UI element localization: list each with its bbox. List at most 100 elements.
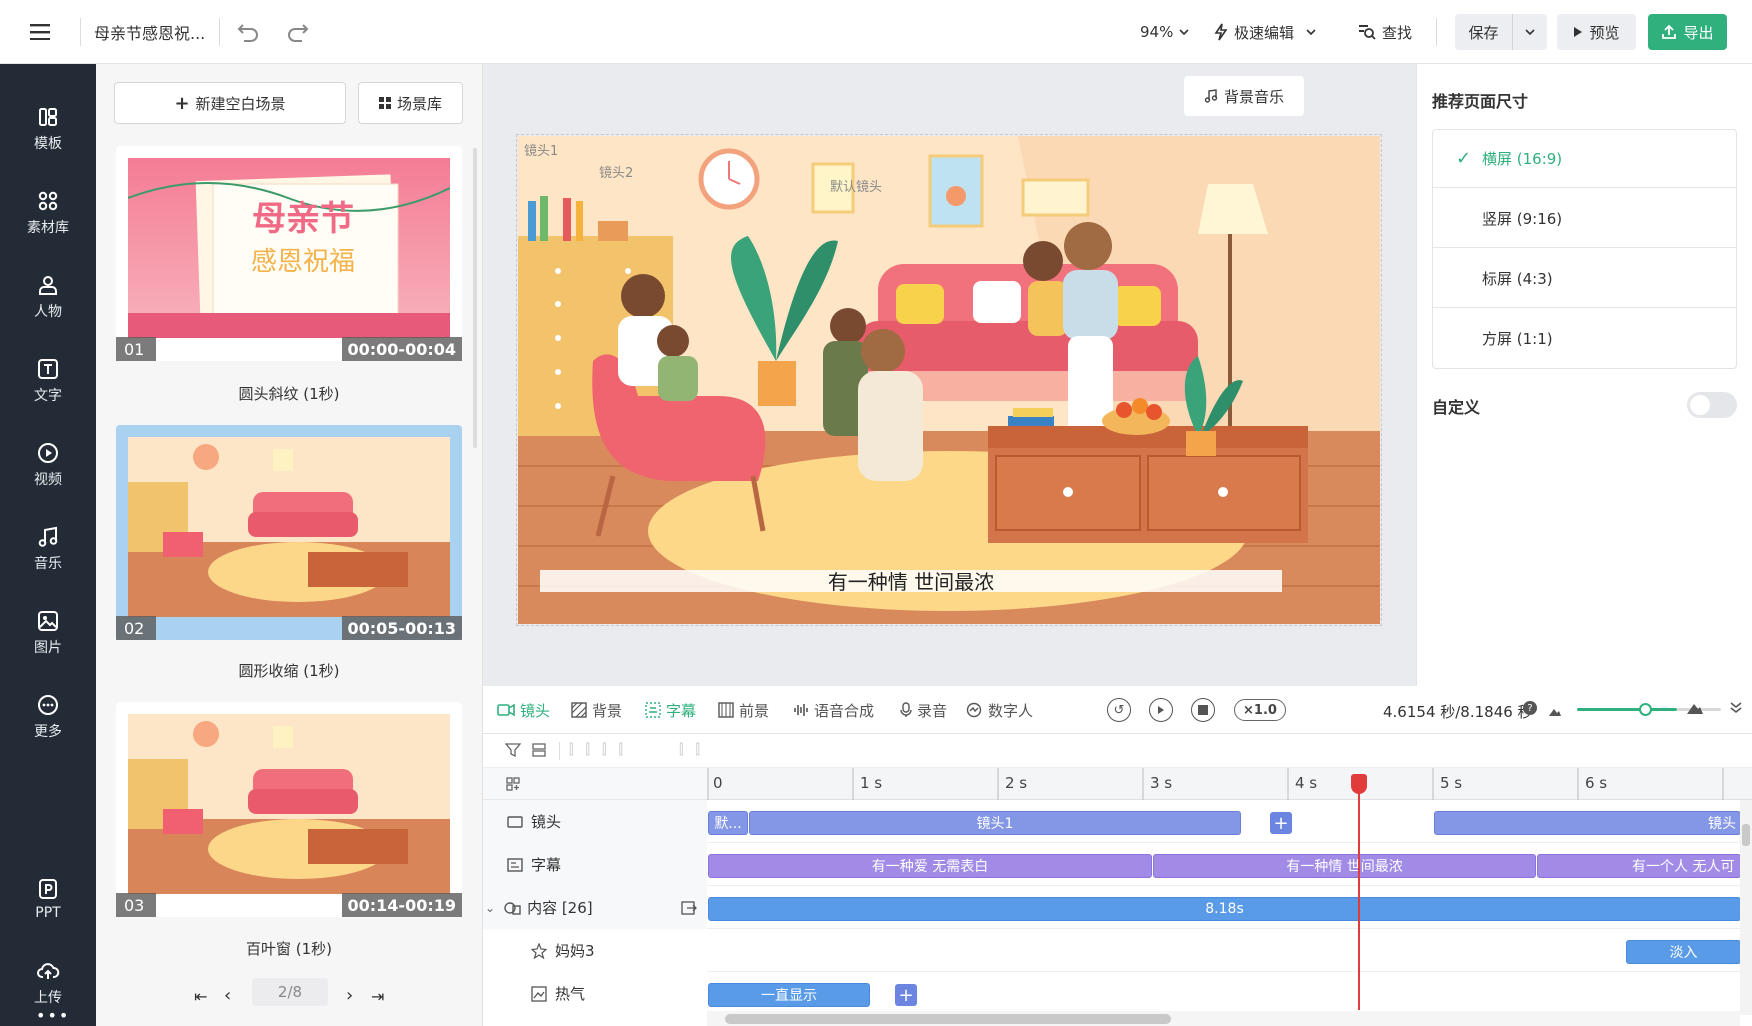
- prev-page-icon[interactable]: ‹: [224, 985, 231, 1006]
- background-music-button[interactable]: 背景音乐: [1184, 76, 1304, 116]
- find-label: 查找: [1382, 23, 1413, 42]
- time-ruler[interactable]: 0 1 s 2 s 3 s 4 s 5 s 6 s: [707, 768, 1752, 800]
- add-camera-button[interactable]: +: [1270, 812, 1292, 834]
- zoom-select[interactable]: 94%: [1140, 0, 1189, 64]
- playhead-handle[interactable]: [1351, 774, 1367, 794]
- zoom-out-mountain-icon[interactable]: [1549, 702, 1561, 720]
- collapse-timeline-icon[interactable]: [1729, 700, 1743, 718]
- more-dots-icon[interactable]: •••: [36, 1006, 70, 1025]
- play-button[interactable]: [1149, 698, 1173, 722]
- last-page-icon[interactable]: ⇥: [371, 987, 384, 1006]
- tab-tts[interactable]: 语音合成: [793, 686, 874, 734]
- tab-foreground[interactable]: 前景: [718, 686, 769, 734]
- sidebar-item-assets[interactable]: 素材库: [0, 178, 96, 248]
- exit-group-icon[interactable]: [681, 900, 697, 916]
- subtitle-clip-2[interactable]: 有一种情 世间最浓: [1153, 854, 1536, 878]
- sidebar-item-template[interactable]: 模板: [0, 94, 96, 164]
- track-camera[interactable]: 镜头: [483, 800, 707, 843]
- new-blank-scene-label: 新建空白场景: [195, 94, 286, 113]
- menu-icon[interactable]: [30, 0, 50, 64]
- camera-clip-default[interactable]: 默...: [708, 811, 748, 835]
- fast-edit-menu[interactable]: 极速编辑: [1214, 0, 1316, 64]
- preview-button[interactable]: 预览: [1557, 14, 1636, 50]
- tab-background[interactable]: 背景: [571, 686, 622, 734]
- tab-label: 前景: [739, 701, 770, 720]
- track-subtitle[interactable]: 字幕: [483, 843, 707, 886]
- ruler-tick: 4 s: [1295, 774, 1318, 792]
- mom3-fade-in-clip[interactable]: 淡入: [1626, 940, 1741, 964]
- replay-icon[interactable]: ↺: [1107, 698, 1131, 722]
- document-title[interactable]: 母亲节感恩祝...: [94, 0, 205, 64]
- save-options-button[interactable]: [1513, 14, 1547, 50]
- filter-icon[interactable]: [504, 742, 522, 762]
- size-option-9-16[interactable]: 竖屏 (9:16): [1432, 189, 1737, 248]
- sidebar-item-person[interactable]: 人物: [0, 262, 96, 332]
- scene-transition-label[interactable]: 圆头斜纹 (1秒): [116, 383, 462, 404]
- camera-clip-1[interactable]: 镜头1: [749, 811, 1241, 835]
- scene-scrollbar[interactable]: [473, 148, 477, 448]
- page-indicator[interactable]: 2/8: [252, 978, 328, 1006]
- scrollbar-thumb[interactable]: [725, 1014, 1171, 1024]
- help-icon[interactable]: ?: [1523, 701, 1537, 715]
- add-animation-button[interactable]: +: [895, 984, 917, 1006]
- size-option-1-1[interactable]: 方屏 (1:1): [1432, 309, 1737, 368]
- subtitle-clip-1[interactable]: 有一种爱 无需表白: [708, 854, 1152, 878]
- new-blank-scene-button[interactable]: + 新建空白场景: [114, 82, 346, 124]
- export-button[interactable]: 导出: [1648, 14, 1727, 50]
- scrollbar-thumb[interactable]: [1742, 824, 1750, 846]
- first-page-icon[interactable]: ⇤: [194, 987, 207, 1006]
- track-steam[interactable]: 热气: [483, 972, 707, 1015]
- stop-button[interactable]: [1191, 698, 1215, 722]
- content-group-clip[interactable]: 8.18s: [708, 897, 1741, 921]
- chevron-down-icon: [1306, 29, 1316, 35]
- scene-library-button[interactable]: 场景库: [358, 82, 463, 124]
- sidebar-item-music[interactable]: 音乐: [0, 514, 96, 584]
- page-size-title: 推荐页面尺寸: [1432, 92, 1529, 111]
- tab-record[interactable]: 录音: [900, 686, 947, 734]
- collapse-chevron-icon[interactable]: ⌄: [485, 901, 495, 915]
- camera-label-default[interactable]: 默认镜头: [830, 176, 882, 195]
- tab-subtitle[interactable]: 字幕: [645, 686, 696, 734]
- camera-clip-next[interactable]: 镜头: [1434, 811, 1741, 835]
- size-option-16-9[interactable]: ✓ 横屏 (16:9): [1432, 129, 1737, 188]
- scene-thumbnail-selected[interactable]: 02 00:05-00:13: [116, 425, 462, 640]
- subtitle-clip-3[interactable]: 有一个人 无人可: [1537, 854, 1741, 878]
- steam-always-clip[interactable]: 一直显示: [708, 983, 870, 1007]
- find-button[interactable]: 查找: [1358, 0, 1412, 64]
- sidebar-item-ppt[interactable]: PPT: [0, 864, 96, 934]
- camera-label-1[interactable]: 镜头1: [524, 140, 558, 159]
- subtitle-text[interactable]: 有一种情 世间最浓: [518, 566, 1304, 595]
- camera-label-2[interactable]: 镜头2: [599, 162, 633, 181]
- chevron-down-icon: [1525, 29, 1535, 35]
- undo-icon[interactable]: [236, 0, 260, 64]
- custom-size-toggle[interactable]: [1687, 392, 1737, 418]
- scene-panel: + 新建空白场景 场景库 母亲节 感恩祝福 01 00:00-00:04 圆头斜…: [96, 64, 483, 1026]
- zoom-in-mountain-icon[interactable]: [1687, 700, 1703, 718]
- sidebar-item-more[interactable]: 更多: [0, 682, 96, 752]
- size-option-4-3[interactable]: 标屏 (4:3): [1432, 249, 1737, 308]
- scene-canvas[interactable]: 镜头1 镜头2 默认镜头 有一种情 世间最浓: [518, 136, 1380, 624]
- redo-icon[interactable]: [286, 0, 310, 64]
- tab-digital-human[interactable]: 数字人: [965, 686, 1033, 734]
- next-page-icon[interactable]: ›: [346, 985, 353, 1006]
- track-settings-icon[interactable]: [505, 776, 521, 796]
- sidebar-item-video[interactable]: 视频: [0, 430, 96, 500]
- sidebar-item-text[interactable]: 文字: [0, 346, 96, 416]
- sidebar-item-image[interactable]: 图片: [0, 598, 96, 668]
- ruler-tick: 1 s: [860, 774, 883, 792]
- timeline-zoom-slider[interactable]: [1577, 708, 1677, 711]
- timeline-vertical-scrollbar[interactable]: [1740, 800, 1752, 1015]
- scene-transition-label[interactable]: 圆形收缩 (1秒): [116, 660, 462, 681]
- save-button[interactable]: 保存: [1455, 14, 1513, 50]
- timeline-horizontal-scrollbar[interactable]: [707, 1011, 1740, 1026]
- track-mom3[interactable]: 妈妈3: [483, 929, 707, 972]
- scene-thumbnail[interactable]: 母亲节 感恩祝福 01 00:00-00:04: [116, 146, 462, 361]
- track-content[interactable]: ⌄ 内容 [26]: [483, 886, 707, 929]
- scene-number: 01: [116, 337, 156, 361]
- scene-transition-label[interactable]: 百叶窗 (1秒): [116, 938, 462, 959]
- tab-camera[interactable]: 镜头: [497, 686, 550, 734]
- timeline-zoom-handle[interactable]: [1639, 703, 1652, 716]
- layer-sort-icon[interactable]: [531, 742, 547, 762]
- playback-speed[interactable]: ×1.0: [1234, 699, 1286, 721]
- scene-thumbnail[interactable]: 03 00:14-00:19: [116, 702, 462, 917]
